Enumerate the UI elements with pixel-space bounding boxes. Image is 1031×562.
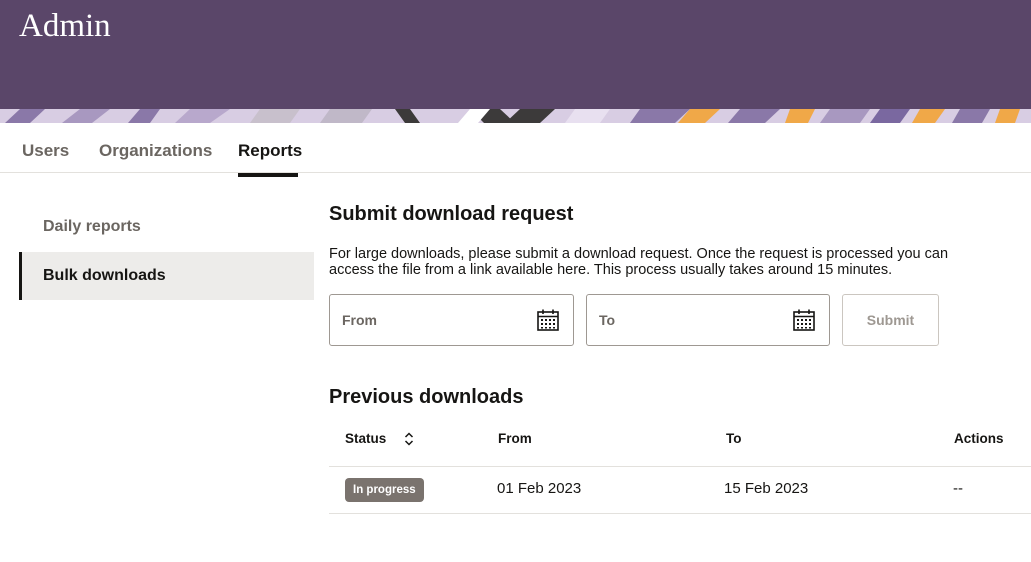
submit-button[interactable]: Submit [842, 294, 939, 346]
row-from-date: 01 Feb 2023 [497, 480, 582, 497]
column-header-status[interactable]: Status [345, 431, 386, 446]
sidebar-item-bulk-downloads[interactable]: Bulk downloads [19, 252, 314, 300]
status-badge: In progress [345, 478, 424, 502]
column-header-from: From [498, 431, 532, 446]
request-description: For large downloads, please submit a dow… [329, 246, 949, 278]
to-date-placeholder: To [599, 312, 616, 328]
row-to-date: 15 Feb 2023 [724, 480, 809, 497]
tab-reports[interactable]: Reports [238, 141, 302, 161]
column-header-to: To [726, 431, 742, 446]
decorative-banner [0, 109, 1031, 123]
table-row: In progress 01 Feb 2023 15 Feb 2023 -- [329, 466, 1031, 514]
page-title: Admin [19, 8, 111, 44]
banner-pattern-image [0, 109, 1031, 123]
column-header-actions: Actions [954, 431, 1004, 446]
main-tabs: Users Organizations Reports [0, 123, 1031, 177]
tab-organizations[interactable]: Organizations [99, 141, 212, 161]
sidebar-item-daily-reports[interactable]: Daily reports [19, 203, 314, 251]
from-date-placeholder: From [342, 312, 377, 328]
from-date-field[interactable]: From [329, 294, 574, 346]
to-date-field[interactable]: To [586, 294, 830, 346]
app-header: Admin [0, 0, 1031, 109]
calendar-icon[interactable] [793, 309, 815, 331]
previous-downloads-title: Previous downloads [329, 386, 524, 408]
calendar-icon[interactable] [537, 309, 559, 331]
request-section-title: Submit download request [329, 203, 574, 225]
sort-icon[interactable] [404, 432, 414, 446]
row-actions: -- [953, 480, 963, 497]
tab-users[interactable]: Users [22, 141, 69, 161]
active-tab-indicator [238, 173, 298, 177]
